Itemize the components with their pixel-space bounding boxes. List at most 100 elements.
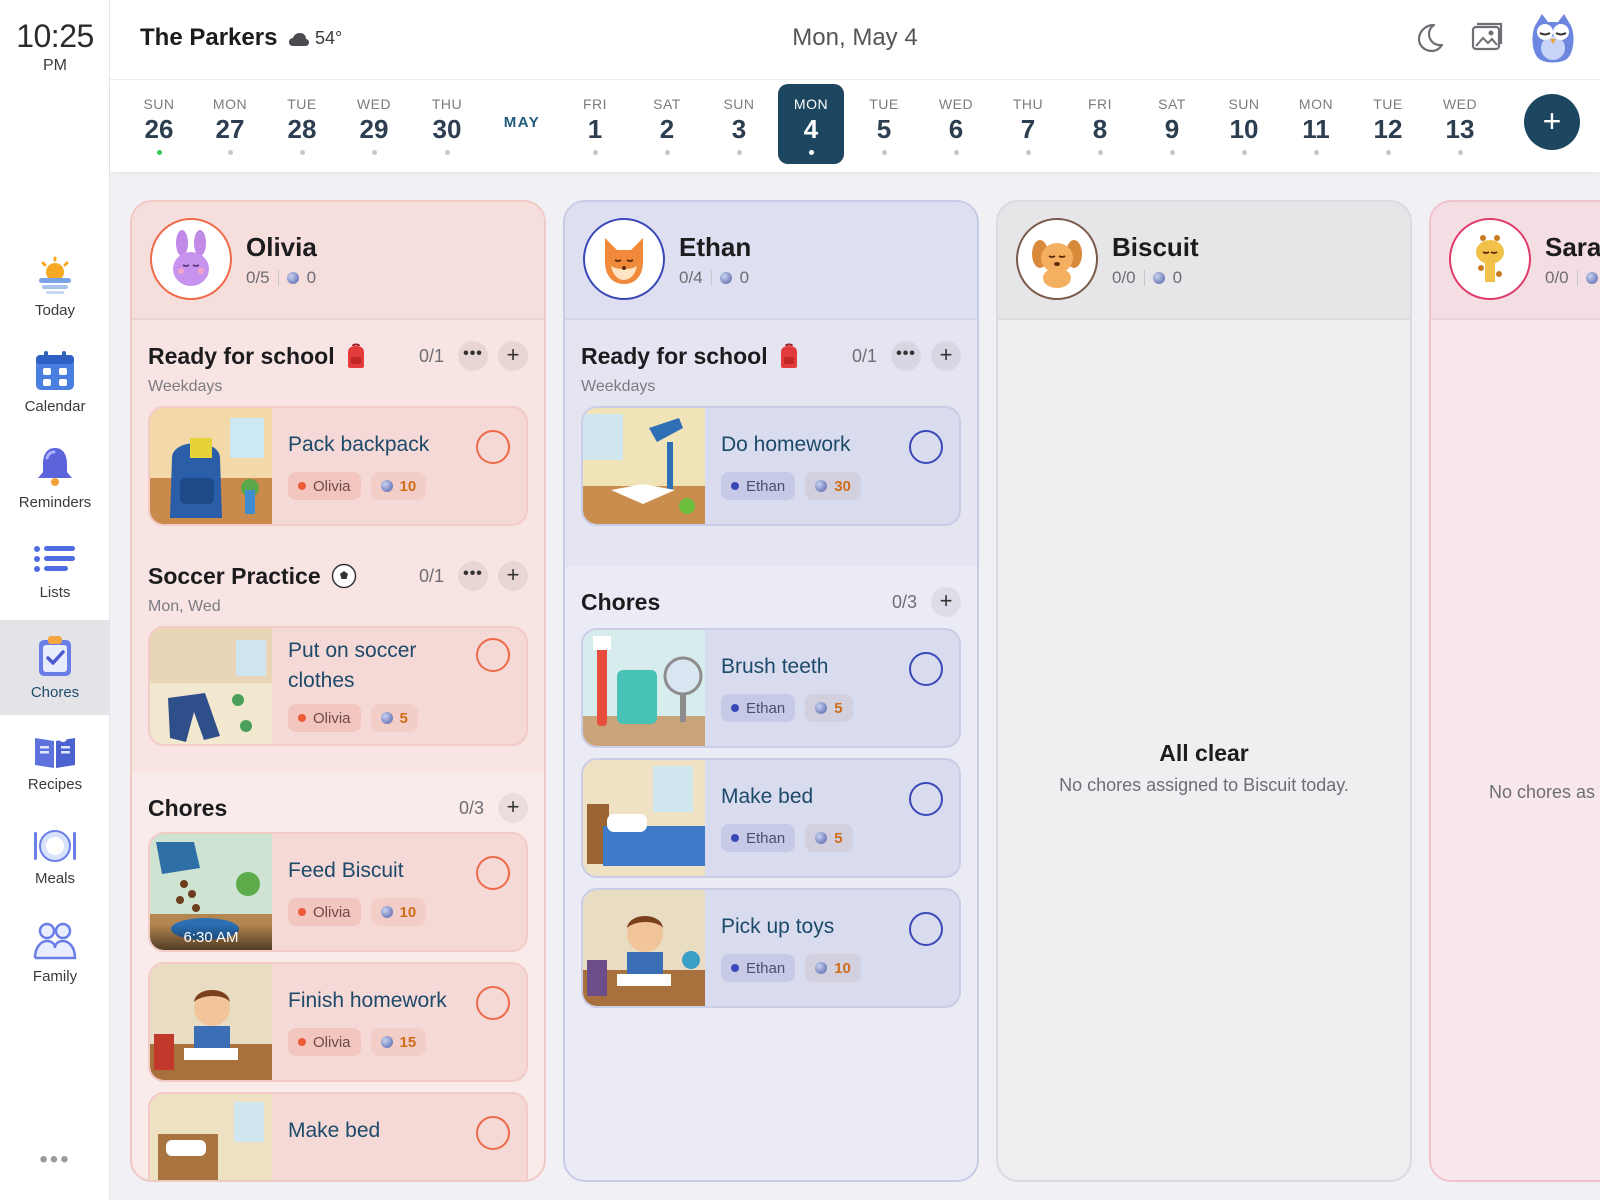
day-cell[interactable]: SUN 26 [126,84,192,164]
event-dot [808,150,814,155]
day-of-week: SAT [1158,96,1186,112]
day-cell[interactable]: SAT 2 [634,84,700,164]
divider [277,270,279,286]
points-total: 0 [306,268,317,287]
section-title: Chores [148,794,228,821]
sidebar-item-family[interactable]: Family [0,905,110,1000]
points-icon [719,272,732,284]
more-options-button[interactable]: ••• [458,561,488,591]
person-column-biscuit: Biscuit 0/0 0 All clear No chores assign… [996,200,1412,1182]
day-cell[interactable]: WED 6 [923,84,989,164]
more-options-button[interactable]: ••• [458,341,488,371]
assignee-chip: Ethan [721,824,796,852]
day-cell[interactable]: TUE 12 [1355,84,1421,164]
owl-avatar[interactable] [1528,12,1578,66]
person-header[interactable]: Biscuit 0/0 0 [998,202,1410,320]
add-chore-button[interactable]: + [498,341,528,371]
day-cell[interactable]: WED 13 [1427,84,1493,164]
points-chip: 5 [805,824,853,852]
day-cell[interactable]: WED 29 [341,84,407,164]
day-cell[interactable]: SUN 10 [1211,84,1277,164]
chore-card[interactable]: Finish homework Olivia 15 [148,962,528,1082]
add-chore-button[interactable]: + [931,341,961,371]
chore-card[interactable]: 6:30 AM Feed Biscuit Olivia 10 [148,832,528,952]
chore-card[interactable]: Put on soccer clothes Olivia 5 [148,626,528,746]
day-cell[interactable]: TUE 5 [851,84,917,164]
day-cell[interactable]: SUN 3 [706,84,772,164]
person-header[interactable]: Ethan 0/4 0 [565,202,977,320]
day-cell[interactable]: SAT 9 [1139,84,1205,164]
complete-checkbox[interactable] [476,1116,510,1150]
sidebar-item-lists[interactable]: Lists [0,525,110,620]
sidebar-item-recipes[interactable]: Recipes [0,715,110,810]
add-chore-button[interactable]: + [931,587,961,617]
clock: 10:25 PM [0,18,110,75]
sidebar-item-calendar[interactable]: Calendar [0,335,110,430]
day-cell[interactable]: TUE 28 [269,84,335,164]
day-number: 26 [144,114,174,144]
event-dot [592,150,598,155]
day-of-week: FRI [1087,96,1113,112]
chore-card[interactable]: Brush teeth Ethan 5 [581,628,961,748]
more-options-button[interactable]: ••• [891,341,921,371]
section-count: 0/3 [891,591,917,612]
person-header[interactable]: Sara 0/0 [1431,202,1600,320]
points-chip: 10 [370,472,427,500]
sidebar: 10:25 PM Today Calendar Reminders Lists … [0,0,110,1200]
more-icon[interactable]: ••• [0,1146,110,1174]
complete-checkbox[interactable] [476,638,510,672]
add-chore-button[interactable]: + [498,793,528,823]
weather-widget: 54° [288,28,342,49]
complete-checkbox[interactable] [909,652,943,686]
add-event-button[interactable]: + [1524,94,1580,150]
day-of-week: TUE [1373,96,1403,112]
event-dot [371,150,377,155]
complete-checkbox[interactable] [909,912,943,946]
complete-checkbox[interactable] [476,856,510,890]
moon-icon[interactable] [1412,20,1446,59]
empty-title: All clear [1159,740,1249,766]
day-cell[interactable]: MON 27 [197,84,263,164]
day-number: 13 [1445,114,1475,144]
day-number: 29 [359,114,389,144]
complete-checkbox[interactable] [909,782,943,816]
person-header[interactable]: Olivia 0/5 0 [132,202,544,320]
points-icon [1152,272,1165,284]
assignee-chip: Olivia [288,472,361,500]
day-cell[interactable]: THU 30 [414,84,480,164]
day-number: 12 [1373,114,1403,144]
complete-checkbox[interactable] [476,430,510,464]
sidebar-nav: Today Calendar Reminders Lists Chores Re… [0,240,110,1000]
sidebar-item-reminders[interactable]: Reminders [0,430,110,525]
chore-card[interactable]: Make bed Ethan 5 [581,758,961,878]
complete-checkbox[interactable] [909,430,943,464]
event-dot [1097,150,1103,155]
day-cell[interactable]: FRI 1 [562,84,628,164]
event-dot [1169,150,1175,155]
day-of-week: SUN [1228,96,1260,112]
day-number: 28 [287,114,317,144]
complete-checkbox[interactable] [476,986,510,1020]
day-cell[interactable]: MON 11 [1283,84,1349,164]
day-cell[interactable]: FRI 8 [1067,84,1133,164]
photo-frame-icon[interactable] [1470,20,1504,59]
day-cell-selected[interactable]: MON 4 [778,84,844,164]
day-number: 7 [1020,114,1036,144]
day-of-week: WED [1442,96,1478,112]
sidebar-item-label: Calendar [24,398,86,415]
chore-card[interactable]: Pack backpack Olivia 10 [148,406,528,526]
section-schedule: Mon, Wed [148,598,221,615]
add-chore-button[interactable]: + [498,561,528,591]
points-icon [286,272,299,284]
chore-card[interactable]: Make bed [148,1092,528,1180]
sidebar-item-meals[interactable]: Meals [0,810,110,905]
sidebar-item-chores[interactable]: Chores [0,620,110,715]
chore-card[interactable]: Do homework Ethan 30 [581,406,961,526]
homework-illustration [150,964,272,1080]
section-schedule: Weekdays [581,378,656,395]
day-cell[interactable]: THU 7 [995,84,1061,164]
chore-card[interactable]: Pick up toys Ethan 10 [581,888,961,1008]
dog-food-illustration: 6:30 AM [150,834,272,950]
soccer-clothes-illustration [150,628,272,744]
sidebar-item-today[interactable]: Today [0,240,110,335]
